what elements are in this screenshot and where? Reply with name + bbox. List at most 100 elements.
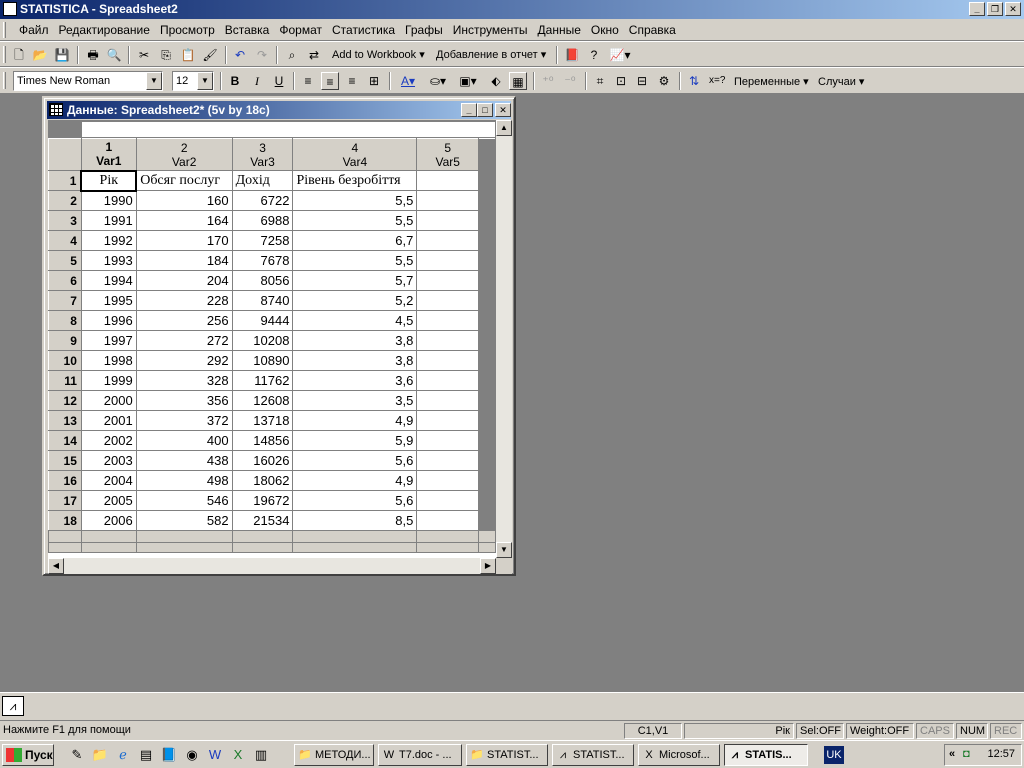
cell-var5[interactable]	[416, 210, 480, 231]
cell-var1[interactable]: Рік	[80, 169, 138, 192]
cell-var1[interactable]: 1997	[80, 330, 137, 351]
cell-var5[interactable]	[416, 250, 480, 271]
cell-var2[interactable]: 546	[135, 490, 233, 511]
cases-menu-button[interactable]: Случаи ▾	[818, 75, 864, 88]
toolbar-grip[interactable]	[3, 72, 6, 89]
cell-var1[interactable]: 1993	[80, 250, 137, 271]
cell-var2[interactable]: 292	[135, 350, 233, 371]
cell-var4[interactable]: 5,9	[292, 430, 418, 451]
cell-var4[interactable]: 4,9	[292, 410, 418, 431]
cell-var5[interactable]	[416, 310, 480, 331]
cell-var2[interactable]: Обсяг послуг	[135, 170, 233, 191]
row-header[interactable]: 2	[48, 190, 82, 211]
border-icon[interactable]: ▣▾	[455, 72, 481, 90]
row-header[interactable]: 14	[48, 430, 82, 451]
cell-var3[interactable]: 19672	[231, 490, 294, 511]
cut-icon[interactable]: ✂	[135, 46, 153, 64]
cell-var2[interactable]: 184	[135, 250, 233, 271]
size-grip[interactable]	[496, 558, 512, 574]
task-button-metody[interactable]: 📁 МЕТОДИ...	[294, 744, 374, 766]
child-minimize-button[interactable]: _	[461, 103, 477, 117]
quicklaunch-winrar-icon[interactable]: ▥	[252, 746, 270, 764]
row-header[interactable]: 18	[48, 510, 82, 531]
status-selection[interactable]: Sel:OFF	[796, 723, 844, 739]
align-right-icon[interactable]: ≡	[343, 72, 361, 90]
cell-var4[interactable]: 3,8	[292, 350, 418, 371]
format-painter-icon[interactable]: 🖌	[201, 46, 219, 64]
row-header[interactable]: 10	[48, 350, 82, 371]
quicklaunch-folder-icon[interactable]: 📁	[91, 746, 109, 764]
cell-var2[interactable]: 438	[135, 450, 233, 471]
menu-view[interactable]: Просмотр	[155, 23, 220, 37]
cell-var4[interactable]: 5,6	[292, 490, 418, 511]
cell-var1[interactable]: 2003	[80, 450, 137, 471]
cell-var1[interactable]: 1995	[80, 290, 137, 311]
cell-var3[interactable]: 14856	[231, 430, 294, 451]
menu-window[interactable]: Окно	[586, 23, 624, 37]
align-left-icon[interactable]: ≡	[299, 72, 317, 90]
quicklaunch-pencil-icon[interactable]: ✎	[68, 746, 86, 764]
cell-var2[interactable]: 498	[135, 470, 233, 491]
row-header[interactable]: 6	[48, 270, 82, 291]
cell-var1[interactable]: 1992	[80, 230, 137, 251]
start-button[interactable]: Пуск	[2, 744, 54, 766]
row-header[interactable]: 12	[48, 390, 82, 411]
cell-var5[interactable]	[416, 370, 480, 391]
statistica-app-icon[interactable]	[3, 2, 17, 16]
cell-var1[interactable]: 2005	[80, 490, 137, 511]
scroll-right-icon[interactable]: ▶	[480, 558, 496, 574]
goto-icon[interactable]: ⇄	[305, 46, 323, 64]
cell-var3[interactable]: 10208	[231, 330, 294, 351]
cell-var3[interactable]: 9444	[231, 310, 294, 331]
row-header[interactable]: 16	[48, 470, 82, 491]
menu-insert[interactable]: Вставка	[220, 23, 275, 37]
font-name-combo[interactable]: Times New Roman ▼	[13, 71, 163, 91]
cell-var2[interactable]: 228	[135, 290, 233, 311]
cell-var4[interactable]: 5,5	[292, 250, 418, 271]
cell-var2[interactable]: 204	[135, 270, 233, 291]
row-header[interactable]: 11	[48, 370, 82, 391]
cell-var1[interactable]: 1990	[80, 190, 137, 211]
scroll-down-icon[interactable]: ▼	[496, 542, 512, 558]
cell-var1[interactable]: 2006	[80, 510, 137, 531]
cell-var5[interactable]	[416, 270, 480, 291]
menu-edit[interactable]: Редактирование	[54, 23, 155, 37]
italic-button[interactable]: I	[248, 72, 266, 90]
cell-var5[interactable]	[416, 190, 480, 211]
sort-icon[interactable]: ⇅	[685, 72, 703, 90]
cell-var4[interactable]: 5,2	[292, 290, 418, 311]
cell-var5[interactable]	[416, 450, 480, 471]
scroll-left-icon[interactable]: ◀	[48, 558, 64, 574]
vertical-scrollbar[interactable]: ▲ ▼	[496, 120, 512, 558]
menu-help[interactable]: Справка	[624, 23, 681, 37]
row-header[interactable]: 1	[48, 170, 82, 191]
cell-var4[interactable]: Рівень безробіття	[292, 170, 418, 191]
language-indicator[interactable]: UK	[824, 746, 844, 764]
book-icon[interactable]: 📕	[563, 46, 581, 64]
print-icon[interactable]: 🖶	[84, 46, 102, 64]
cell-var3[interactable]: Дохід	[231, 170, 294, 191]
cell-var2[interactable]: 170	[135, 230, 233, 251]
cell-var5[interactable]	[416, 390, 480, 411]
cell-var2[interactable]: 256	[135, 310, 233, 331]
cell-var3[interactable]: 8056	[231, 270, 294, 291]
print-preview-icon[interactable]: 🔍	[105, 46, 123, 64]
cell-var2[interactable]: 164	[135, 210, 233, 231]
cell-var1[interactable]: 2004	[80, 470, 137, 491]
cell-var2[interactable]: 582	[135, 510, 233, 531]
fill-color-icon[interactable]: ⛀▾	[425, 72, 451, 90]
cell-var3[interactable]: 16026	[231, 450, 294, 471]
tray-app-icon[interactable]: ◘	[963, 748, 970, 760]
menu-statistics[interactable]: Статистика	[327, 23, 400, 37]
cell-var5[interactable]	[416, 170, 480, 191]
quicklaunch-excel-icon[interactable]: X	[229, 746, 247, 764]
menu-tools[interactable]: Инструменты	[448, 23, 533, 37]
cell-var4[interactable]: 4,9	[292, 470, 418, 491]
cell-var3[interactable]: 11762	[231, 370, 294, 391]
chart-menu-icon[interactable]: 📈▾	[607, 46, 633, 64]
redo-icon[interactable]: ↷	[253, 46, 271, 64]
cell-var5[interactable]	[416, 430, 480, 451]
child-close-button[interactable]: ✕	[495, 103, 511, 117]
cell-var1[interactable]: 2000	[80, 390, 137, 411]
cell-var2[interactable]: 372	[135, 410, 233, 431]
